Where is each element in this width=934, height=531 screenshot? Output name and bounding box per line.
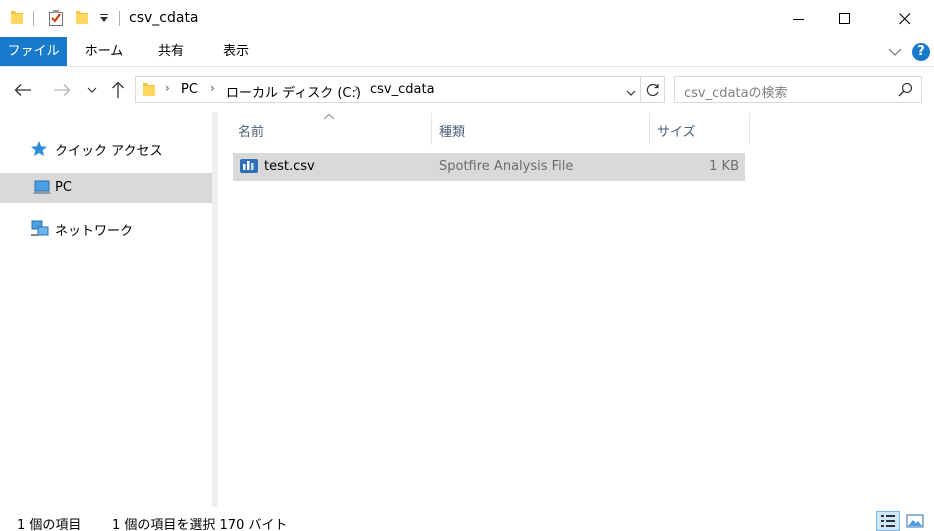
spotfire-file-icon: [239, 157, 259, 179]
back-arrow-icon: [14, 84, 31, 96]
quick-access-star-icon: [30, 140, 48, 161]
navigation-pane-scrollbar[interactable]: [212, 112, 218, 507]
title-separator: [119, 11, 120, 26]
customize-toolbar-dropdown-icon[interactable]: [99, 12, 109, 28]
sidebar-item-label: ネットワーク: [55, 224, 134, 239]
column-header-size[interactable]: サイズ: [651, 113, 749, 145]
large-icons-view-button[interactable]: [903, 511, 927, 531]
large-icons-view-icon: [906, 514, 924, 528]
sidebar-item-label: クイック アクセス: [55, 144, 163, 159]
refresh-button[interactable]: [641, 76, 665, 103]
minimize-button[interactable]: [776, 0, 822, 37]
tab-home[interactable]: ホーム: [76, 37, 132, 66]
file-size: 1 KB: [709, 159, 739, 174]
expand-ribbon-chevron-icon[interactable]: [888, 43, 902, 63]
breadcrumb-chevron-icon[interactable]: ›: [165, 81, 170, 95]
status-selection-info: 1 個の項目を選択 170 バイト: [112, 518, 288, 531]
column-divider[interactable]: [749, 113, 750, 145]
file-name[interactable]: test.csv: [264, 159, 315, 174]
refresh-icon: [646, 83, 659, 96]
search-icon[interactable]: [898, 82, 913, 101]
title-bar: csv_cdata: [0, 0, 934, 37]
status-bar: 1 個の項目 1 個の項目を選択 170 バイト: [0, 507, 934, 531]
details-view-icon: [881, 515, 895, 527]
forward-arrow-icon: [54, 84, 71, 96]
maximize-button[interactable]: [822, 0, 868, 37]
recent-locations-button[interactable]: [82, 78, 102, 102]
sidebar-item-network[interactable]: ネットワーク: [0, 213, 212, 243]
tab-file[interactable]: ファイル: [0, 37, 67, 66]
up-button[interactable]: [106, 78, 130, 102]
search-input[interactable]: csv_cdataの検索: [684, 82, 788, 101]
up-arrow-icon: [112, 81, 124, 98]
breadcrumb-chevron-icon[interactable]: ›: [210, 81, 215, 95]
sidebar-item-quick-access[interactable]: クイック アクセス: [0, 133, 212, 163]
close-icon: [899, 12, 911, 24]
address-history-chevron-down-icon[interactable]: [626, 86, 636, 101]
breadcrumb-local-disk[interactable]: ローカル ディスク (C:): [226, 82, 361, 101]
ribbon-tabs: ファイル ホーム 共有 表示 ?: [0, 37, 934, 67]
breadcrumb-chevron-icon[interactable]: ›: [354, 81, 359, 95]
column-divider[interactable]: [649, 113, 650, 145]
search-box[interactable]: csv_cdataの検索: [674, 76, 922, 103]
folder-icon: [142, 81, 156, 101]
details-view-button[interactable]: [876, 511, 900, 531]
minimize-icon: [793, 18, 804, 20]
network-icon: [30, 220, 50, 242]
window-title: csv_cdata: [129, 10, 199, 26]
back-button[interactable]: [11, 78, 35, 102]
column-divider[interactable]: [431, 113, 432, 145]
tab-share[interactable]: 共有: [145, 37, 197, 66]
pc-icon: [32, 180, 52, 200]
title-separator: [33, 11, 34, 26]
close-button[interactable]: [882, 0, 928, 37]
forward-button[interactable]: [50, 78, 74, 102]
column-header-type[interactable]: 種類: [433, 113, 649, 145]
chevron-down-icon: [87, 87, 97, 93]
status-item-count: 1 個の項目: [17, 518, 82, 531]
breadcrumb-current-folder[interactable]: csv_cdata: [370, 82, 435, 97]
address-bar[interactable]: › PC › ローカル ディスク (C:) › csv_cdata: [135, 76, 641, 103]
breadcrumb-pc[interactable]: PC: [181, 82, 198, 97]
column-header-name[interactable]: 名前: [232, 113, 431, 145]
maximize-icon: [839, 12, 850, 24]
folder-icon[interactable]: [10, 9, 24, 29]
table-row[interactable]: test.csv Spotfire Analysis File 1 KB: [233, 153, 745, 181]
file-type: Spotfire Analysis File: [439, 159, 574, 174]
navigation-pane: クイック アクセス PC ネットワーク: [0, 112, 212, 507]
sidebar-item-pc[interactable]: PC: [0, 173, 212, 203]
tab-view[interactable]: 表示: [210, 37, 262, 66]
new-folder-icon[interactable]: [75, 9, 89, 29]
sidebar-item-label: PC: [55, 180, 72, 195]
help-button[interactable]: ?: [912, 43, 930, 61]
properties-checkmark-icon[interactable]: [48, 9, 64, 31]
